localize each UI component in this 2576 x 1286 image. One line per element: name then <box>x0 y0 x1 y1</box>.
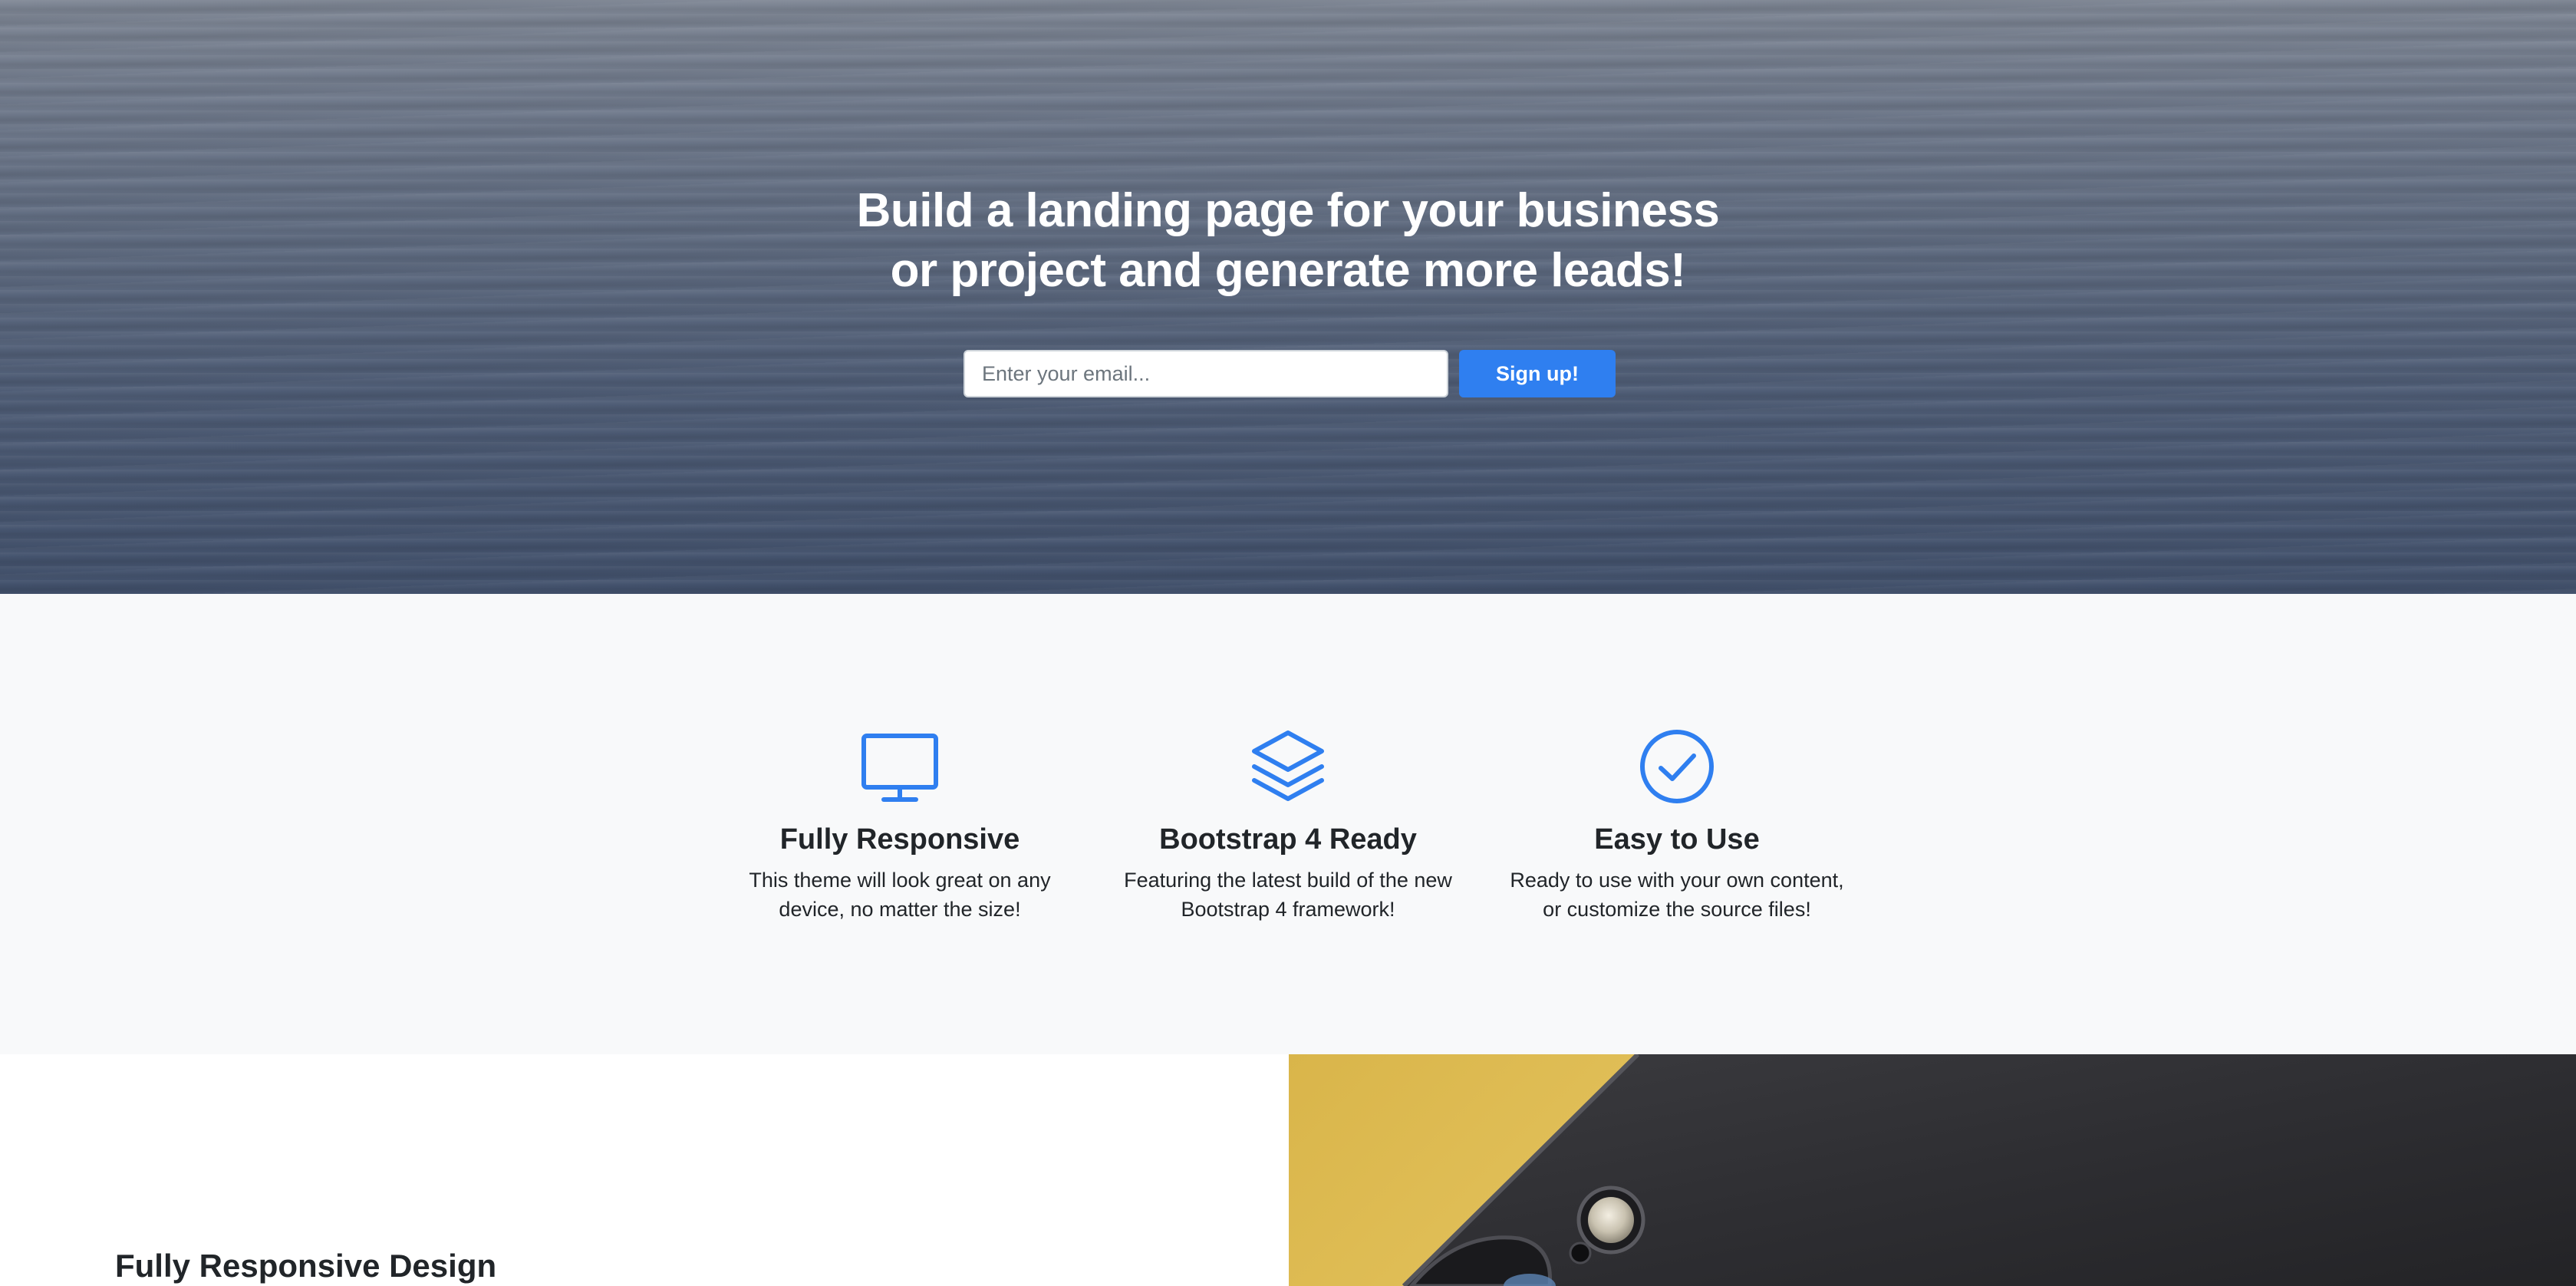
hero-title-line-1: Build a landing page for your business <box>856 184 1720 237</box>
feature-title: Fully Responsive <box>779 823 1020 856</box>
layers-icon <box>1252 730 1324 801</box>
email-input[interactable] <box>964 350 1448 397</box>
feature-description-line-2: device, no matter the size! <box>779 898 1021 921</box>
showcase-text-panel: Fully Responsive Design <box>0 1054 1289 1286</box>
phone-photo-illustration <box>1402 1054 2576 1286</box>
desktop-monitor-icon <box>861 734 938 802</box>
feature-description-line-1: This theme will look great on any <box>749 869 1051 892</box>
features-section: Fully Responsive This theme will look gr… <box>0 594 2576 1054</box>
hero-title-line-2: or project and generate more leads! <box>890 244 1686 297</box>
feature-description-line-1: Ready to use with your own content, <box>1510 869 1844 892</box>
hero-title: Build a landing page for your business o… <box>828 181 1748 301</box>
feature-description: Ready to use with your own content, or c… <box>1508 866 1846 924</box>
feature-description: This theme will look great on any device… <box>731 866 1069 924</box>
feature-title: Easy to Use <box>1594 823 1760 856</box>
feature-description-line-2: Bootstrap 4 framework! <box>1181 898 1395 921</box>
check-circle-icon <box>1640 730 1714 803</box>
signup-form: Sign up! <box>964 350 1616 397</box>
showcase-phone-image <box>1289 1054 2576 1286</box>
feature-description-line-2: or customize the source files! <box>1543 898 1811 921</box>
hero-section: Build a landing page for your business o… <box>0 0 2576 594</box>
signup-button[interactable]: Sign up! <box>1459 350 1616 397</box>
feature-description-line-1: Featuring the latest build of the new <box>1124 869 1452 892</box>
showcase-heading: Fully Responsive Design <box>115 1248 497 1284</box>
feature-description: Featuring the latest build of the new Bo… <box>1119 866 1457 924</box>
feature-title: Bootstrap 4 Ready <box>1159 823 1417 856</box>
